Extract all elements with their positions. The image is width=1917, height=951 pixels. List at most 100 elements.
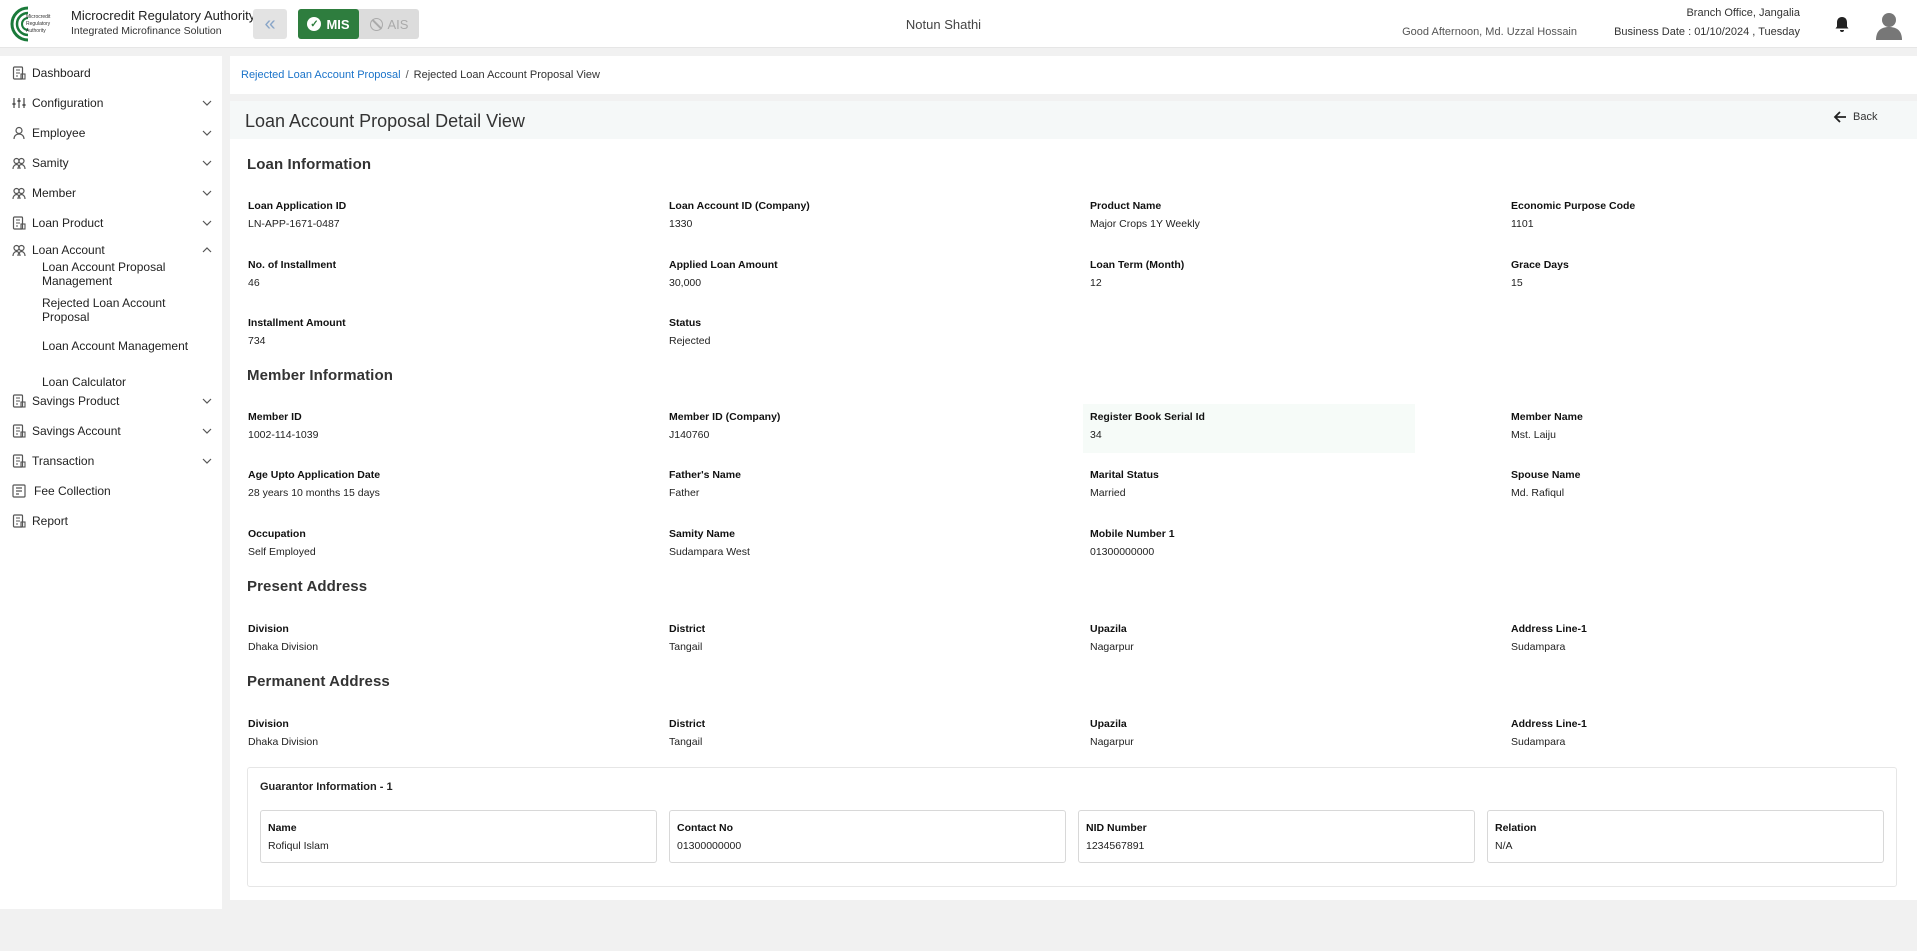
field-value: Sudampara West [669, 546, 750, 558]
sidebar-item-employee[interactable]: Employee [0, 118, 222, 148]
field-label: Address Line-1 [1511, 623, 1587, 635]
field-label: Member ID [248, 411, 302, 423]
title-bar: Loan Account Proposal Detail View Back [230, 101, 1917, 139]
field-value: J140760 [669, 429, 710, 441]
field-register-book-serial-id: Register Book Serial Id 34 [1090, 411, 1490, 441]
sidebar-subitem-rejected-loan-account-proposal[interactable]: Rejected Loan Account Proposal [42, 296, 207, 324]
field-status: Status Rejected [669, 317, 1069, 347]
bell-icon[interactable] [1834, 16, 1850, 33]
field-label: Applied Loan Amount [669, 259, 778, 271]
sidebar-item-label: Loan Product [32, 216, 104, 230]
field-value: Nagarpur [1090, 736, 1134, 748]
fee-icon [12, 484, 26, 498]
member-icon [12, 187, 26, 200]
guarantor-title: Guarantor Information - 1 [260, 781, 393, 793]
user-greeting: Good Afternoon, Md. Uzzal Hossain [1402, 26, 1577, 38]
field-value: 01300000000 [677, 840, 742, 852]
field-label: Address Line-1 [1511, 718, 1587, 730]
arrow-left-icon [1833, 111, 1846, 123]
field-age-upto-application-date: Age Upto Application Date 28 years 10 mon… [248, 469, 648, 499]
sidebar-item-label: Savings Account [32, 424, 121, 438]
chevron-up-icon [202, 247, 212, 253]
field-label: Upazila [1090, 718, 1127, 730]
field-value: Major Crops 1Y Weekly [1090, 218, 1200, 230]
field-loan-term-month: Loan Term (Month) 12 [1090, 259, 1490, 289]
sidebar-item-fee-collection[interactable]: Fee Collection [0, 476, 222, 506]
field-spouse-name: Spouse Name Md. Rafiqul [1511, 469, 1911, 499]
field-address-line-1: Address Line-1 Sudampara [1511, 718, 1911, 748]
field-label: Relation [1495, 822, 1537, 834]
user-avatar-icon[interactable] [1874, 10, 1904, 40]
field-installment-amount: Installment Amount 734 [248, 317, 648, 347]
field-label: Mobile Number 1 [1090, 528, 1175, 540]
field-label: District [669, 623, 706, 635]
field-occupation: Occupation Self Employed [248, 528, 648, 558]
chevron-down-icon [202, 428, 212, 434]
sidebar-item-report[interactable]: Report [0, 506, 222, 536]
field-value: 46 [248, 277, 260, 289]
sidebar-subitem-loan-account-proposal-management[interactable]: Loan Account Proposal Management [42, 260, 207, 288]
brand-subtitle: Integrated Microfinance Solution [71, 25, 222, 37]
loan-account-icon [12, 244, 26, 257]
sidebar-collapse-button[interactable]: « [253, 9, 287, 39]
sidebar-item-transaction[interactable]: Transaction [0, 446, 222, 476]
field-label: Economic Purpose Code [1511, 200, 1636, 212]
sidebar-item-label: Savings Product [32, 394, 120, 408]
field-value: 1101 [1511, 218, 1534, 230]
sidebar-subitem-loan-calculator[interactable]: Loan Calculator [42, 375, 207, 389]
sidebar-subitem-loan-account-management[interactable]: Loan Account Management [42, 339, 207, 353]
field-value: 1234567891 [1086, 840, 1145, 852]
sidebar: Dashboard Configuration Employee Samity Memb… [0, 56, 222, 909]
loan-info-section-title: Loan Information [247, 156, 372, 173]
field-father-s-name: Father's Name Father [669, 469, 1069, 499]
field-label: Loan Account ID (Company) [669, 200, 810, 212]
svg-text:Regulatory: Regulatory [26, 21, 51, 27]
field-label: Name [268, 822, 297, 834]
mode-ais-label: AIS [387, 16, 409, 32]
svg-text:Microcredit: Microcredit [26, 14, 51, 20]
sidebar-item-samity[interactable]: Samity [0, 148, 222, 178]
sidebar-item-label: Configuration [32, 96, 104, 110]
sidebar-item-label: Transaction [32, 454, 95, 468]
sidebar-item-savings-account[interactable]: Savings Account [0, 416, 222, 446]
back-button[interactable]: Back [1833, 110, 1877, 124]
mode-toggle: ✓ MIS AIS [298, 9, 419, 39]
sidebar-item-savings-product[interactable]: Savings Product [0, 386, 222, 416]
field-member-name: Member Name Mst. Laiju [1511, 411, 1911, 441]
loan-product-icon [12, 216, 26, 230]
field-value: N/A [1495, 840, 1513, 852]
sidebar-item-dashboard[interactable]: Dashboard [0, 58, 222, 88]
field-label: Grace Days [1511, 259, 1569, 271]
breadcrumb-separator: / [405, 69, 409, 81]
breadcrumb-link-rejected-proposals[interactable]: Rejected Loan Account Proposal [241, 69, 401, 81]
chevron-down-icon [202, 458, 212, 464]
field-value: 1002-114-1039 [248, 429, 319, 441]
sidebar-item-label: Report [32, 514, 69, 528]
field-label: Samity Name [669, 528, 735, 540]
present-address-section-title: Present Address [247, 578, 368, 595]
field-applied-loan-amount: Applied Loan Amount 30,000 [669, 259, 1069, 289]
field-loan-application-id: Loan Application ID LN-APP-1671-0487 [248, 200, 648, 230]
field-value: 01300000000 [1090, 546, 1155, 558]
sidebar-item-configuration[interactable]: Configuration [0, 88, 222, 118]
field-district: District Tangail [669, 623, 1069, 653]
field-label: Age Upto Application Date [248, 469, 381, 481]
sidebar-item-member[interactable]: Member [0, 178, 222, 208]
top-header: Microcredit Regulatory Authority Microcr… [0, 0, 1917, 48]
field-label: Father's Name [669, 469, 741, 481]
sidebar-item-loan-product[interactable]: Loan Product [0, 208, 222, 238]
mode-mis-button[interactable]: ✓ MIS [298, 9, 359, 39]
field-value: Sudampara [1511, 736, 1566, 748]
field-label: Member ID (Company) [669, 411, 781, 423]
field-value: Rofiqul Islam [268, 840, 329, 852]
field-value: 28 years 10 months 15 days [248, 487, 380, 499]
field-upazila: Upazila Nagarpur [1090, 623, 1490, 653]
breadcrumb-current: Rejected Loan Account Proposal View [413, 69, 600, 81]
permanent-address-section-title: Permanent Address [247, 673, 390, 690]
field-value: Father [669, 487, 700, 499]
sidebar-item-label: Samity [32, 156, 69, 170]
field-district: District Tangail [669, 718, 1069, 748]
field-economic-purpose-code: Economic Purpose Code 1101 [1511, 200, 1911, 230]
mode-ais-button[interactable]: AIS [359, 9, 419, 39]
back-label: Back [1853, 111, 1878, 123]
